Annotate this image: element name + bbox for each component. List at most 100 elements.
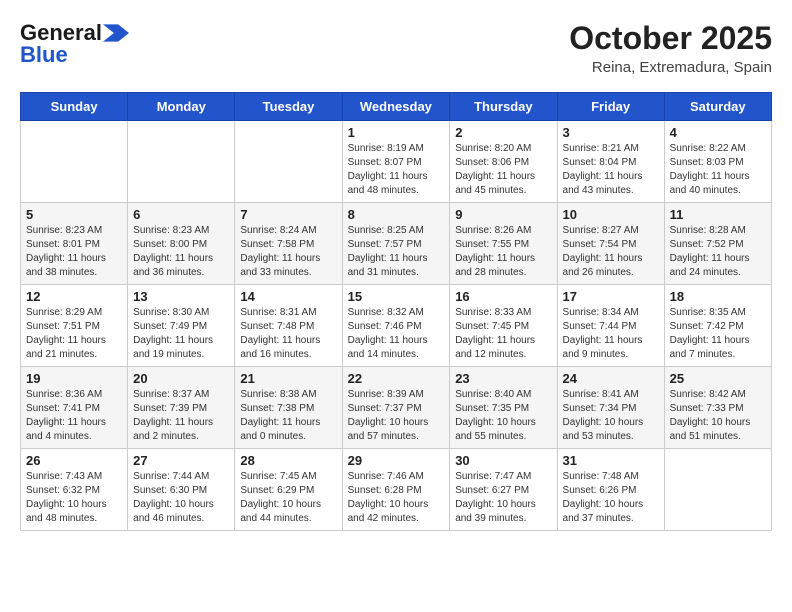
calendar-cell: 19 Sunrise: 8:36 AM Sunset: 7:41 PM Dayli… bbox=[21, 367, 128, 449]
calendar-cell bbox=[235, 121, 342, 203]
calendar-cell: 6 Sunrise: 8:23 AM Sunset: 8:00 PM Daylig… bbox=[128, 203, 235, 285]
calendar-cell: 1 Sunrise: 8:19 AM Sunset: 8:07 PM Daylig… bbox=[342, 121, 450, 203]
week-row-2: 12 Sunrise: 8:29 AM Sunset: 7:51 PM Dayli… bbox=[21, 285, 772, 367]
day-info: Sunrise: 8:42 AM Sunset: 7:33 PM Dayligh… bbox=[670, 388, 766, 444]
day-info: Sunrise: 8:24 AM Sunset: 7:58 PM Dayligh… bbox=[240, 224, 336, 280]
day-info: Sunrise: 7:44 AM Sunset: 6:30 PM Dayligh… bbox=[133, 470, 229, 526]
day-info: Sunrise: 8:27 AM Sunset: 7:54 PM Dayligh… bbox=[563, 224, 659, 280]
calendar-cell: 2Sunrise: 8:20 AM Sunset: 8:06 PM Daylig… bbox=[450, 121, 557, 203]
day-number: 24 bbox=[563, 371, 659, 386]
day-number: 16 bbox=[455, 289, 551, 304]
day-number: 6 bbox=[133, 207, 229, 222]
day-info: Sunrise: 7:45 AM Sunset: 6:29 PM Dayligh… bbox=[240, 470, 336, 526]
day-number: 27 bbox=[133, 453, 229, 468]
day-number: 9 bbox=[455, 207, 551, 222]
calendar-cell: 4Sunrise: 8:22 AM Sunset: 8:03 PM Daylig… bbox=[664, 121, 771, 203]
month-title: October 2025 bbox=[569, 20, 772, 57]
calendar-cell: 12 Sunrise: 8:29 AM Sunset: 7:51 PM Dayli… bbox=[21, 285, 128, 367]
calendar-header-row: SundayMondayTuesdayWednesdayThursdayFrid… bbox=[21, 93, 772, 121]
header-thursday: Thursday bbox=[450, 93, 557, 121]
header-saturday: Saturday bbox=[664, 93, 771, 121]
day-info: Sunrise: 8:41 AM Sunset: 7:34 PM Dayligh… bbox=[563, 388, 659, 444]
day-info: Sunrise: 8:34 AM Sunset: 7:44 PM Dayligh… bbox=[563, 306, 659, 362]
day-info: Sunrise: 8:19 AM Sunset: 8:07 PM Dayligh… bbox=[348, 142, 445, 198]
day-info: Sunrise: 7:43 AM Sunset: 6:32 PM Dayligh… bbox=[26, 470, 122, 526]
week-row-4: 26 Sunrise: 7:43 AM Sunset: 6:32 PM Dayli… bbox=[21, 449, 772, 531]
header-sunday: Sunday bbox=[21, 93, 128, 121]
calendar-cell: 22Sunrise: 8:39 AM Sunset: 7:37 PM Dayli… bbox=[342, 367, 450, 449]
day-number: 1 bbox=[348, 125, 445, 140]
day-number: 31 bbox=[563, 453, 659, 468]
calendar-cell: 11 Sunrise: 8:28 AM Sunset: 7:52 PM Dayli… bbox=[664, 203, 771, 285]
day-info: Sunrise: 8:25 AM Sunset: 7:57 PM Dayligh… bbox=[348, 224, 445, 280]
calendar-cell: 5Sunrise: 8:23 AM Sunset: 8:01 PM Daylig… bbox=[21, 203, 128, 285]
day-info: Sunrise: 8:37 AM Sunset: 7:39 PM Dayligh… bbox=[133, 388, 229, 444]
title-area: October 2025 Reina, Extremadura, Spain bbox=[569, 20, 772, 76]
day-info: Sunrise: 7:46 AM Sunset: 6:28 PM Dayligh… bbox=[348, 470, 445, 526]
day-number: 15 bbox=[348, 289, 445, 304]
day-info: Sunrise: 8:40 AM Sunset: 7:35 PM Dayligh… bbox=[455, 388, 551, 444]
day-info: Sunrise: 8:31 AM Sunset: 7:48 PM Dayligh… bbox=[240, 306, 336, 362]
location-title: Reina, Extremadura, Spain bbox=[569, 59, 772, 76]
day-info: Sunrise: 8:32 AM Sunset: 7:46 PM Dayligh… bbox=[348, 306, 445, 362]
day-number: 14 bbox=[240, 289, 336, 304]
calendar-cell: 8 Sunrise: 8:25 AM Sunset: 7:57 PM Daylig… bbox=[342, 203, 450, 285]
calendar-cell: 24 Sunrise: 8:41 AM Sunset: 7:34 PM Dayli… bbox=[557, 367, 664, 449]
calendar-cell: 29Sunrise: 7:46 AM Sunset: 6:28 PM Dayli… bbox=[342, 449, 450, 531]
day-info: Sunrise: 8:26 AM Sunset: 7:55 PM Dayligh… bbox=[455, 224, 551, 280]
day-number: 30 bbox=[455, 453, 551, 468]
calendar-cell: 14 Sunrise: 8:31 AM Sunset: 7:48 PM Dayli… bbox=[235, 285, 342, 367]
day-number: 25 bbox=[670, 371, 766, 386]
calendar-cell: 21Sunrise: 8:38 AM Sunset: 7:38 PM Dayli… bbox=[235, 367, 342, 449]
day-info: Sunrise: 8:22 AM Sunset: 8:03 PM Dayligh… bbox=[670, 142, 766, 198]
day-info: Sunrise: 8:36 AM Sunset: 7:41 PM Dayligh… bbox=[26, 388, 122, 444]
header: General Blue October 2025 Reina, Extrema… bbox=[20, 20, 772, 76]
calendar-cell: 26 Sunrise: 7:43 AM Sunset: 6:32 PM Dayli… bbox=[21, 449, 128, 531]
day-info: Sunrise: 8:39 AM Sunset: 7:37 PM Dayligh… bbox=[348, 388, 445, 444]
day-info: Sunrise: 7:47 AM Sunset: 6:27 PM Dayligh… bbox=[455, 470, 551, 526]
header-monday: Monday bbox=[128, 93, 235, 121]
calendar-cell: 18 Sunrise: 8:35 AM Sunset: 7:42 PM Dayli… bbox=[664, 285, 771, 367]
day-number: 3 bbox=[563, 125, 659, 140]
calendar-cell: 31Sunrise: 7:48 AM Sunset: 6:26 PM Dayli… bbox=[557, 449, 664, 531]
day-number: 19 bbox=[26, 371, 122, 386]
logo: General Blue bbox=[20, 20, 129, 68]
calendar-cell: 25 Sunrise: 8:42 AM Sunset: 7:33 PM Dayli… bbox=[664, 367, 771, 449]
day-number: 8 bbox=[348, 207, 445, 222]
day-number: 2 bbox=[455, 125, 551, 140]
day-number: 28 bbox=[240, 453, 336, 468]
day-info: Sunrise: 8:23 AM Sunset: 8:00 PM Dayligh… bbox=[133, 224, 229, 280]
day-info: Sunrise: 8:29 AM Sunset: 7:51 PM Dayligh… bbox=[26, 306, 122, 362]
logo-blue: Blue bbox=[20, 42, 68, 68]
header-tuesday: Tuesday bbox=[235, 93, 342, 121]
day-number: 10 bbox=[563, 207, 659, 222]
calendar-cell: 20 Sunrise: 8:37 AM Sunset: 7:39 PM Dayli… bbox=[128, 367, 235, 449]
calendar-cell: 15 Sunrise: 8:32 AM Sunset: 7:46 PM Dayli… bbox=[342, 285, 450, 367]
week-row-1: 5Sunrise: 8:23 AM Sunset: 8:01 PM Daylig… bbox=[21, 203, 772, 285]
header-wednesday: Wednesday bbox=[342, 93, 450, 121]
day-info: Sunrise: 8:21 AM Sunset: 8:04 PM Dayligh… bbox=[563, 142, 659, 198]
day-info: Sunrise: 8:23 AM Sunset: 8:01 PM Dayligh… bbox=[26, 224, 122, 280]
calendar-cell: 13 Sunrise: 8:30 AM Sunset: 7:49 PM Dayli… bbox=[128, 285, 235, 367]
calendar-cell: 17Sunrise: 8:34 AM Sunset: 7:44 PM Dayli… bbox=[557, 285, 664, 367]
calendar-cell: 23 Sunrise: 8:40 AM Sunset: 7:35 PM Dayli… bbox=[450, 367, 557, 449]
day-info: Sunrise: 8:28 AM Sunset: 7:52 PM Dayligh… bbox=[670, 224, 766, 280]
day-number: 13 bbox=[133, 289, 229, 304]
day-info: Sunrise: 8:38 AM Sunset: 7:38 PM Dayligh… bbox=[240, 388, 336, 444]
day-number: 18 bbox=[670, 289, 766, 304]
day-info: Sunrise: 8:35 AM Sunset: 7:42 PM Dayligh… bbox=[670, 306, 766, 362]
calendar-cell bbox=[21, 121, 128, 203]
calendar-cell bbox=[664, 449, 771, 531]
day-number: 26 bbox=[26, 453, 122, 468]
day-number: 20 bbox=[133, 371, 229, 386]
day-number: 11 bbox=[670, 207, 766, 222]
calendar-cell: 30 Sunrise: 7:47 AM Sunset: 6:27 PM Dayli… bbox=[450, 449, 557, 531]
week-row-0: 1 Sunrise: 8:19 AM Sunset: 8:07 PM Daylig… bbox=[21, 121, 772, 203]
calendar-table: SundayMondayTuesdayWednesdayThursdayFrid… bbox=[20, 92, 772, 531]
calendar-cell: 3 Sunrise: 8:21 AM Sunset: 8:04 PM Daylig… bbox=[557, 121, 664, 203]
day-info: Sunrise: 8:30 AM Sunset: 7:49 PM Dayligh… bbox=[133, 306, 229, 362]
day-number: 23 bbox=[455, 371, 551, 386]
day-number: 12 bbox=[26, 289, 122, 304]
calendar-cell: 9 Sunrise: 8:26 AM Sunset: 7:55 PM Daylig… bbox=[450, 203, 557, 285]
header-friday: Friday bbox=[557, 93, 664, 121]
